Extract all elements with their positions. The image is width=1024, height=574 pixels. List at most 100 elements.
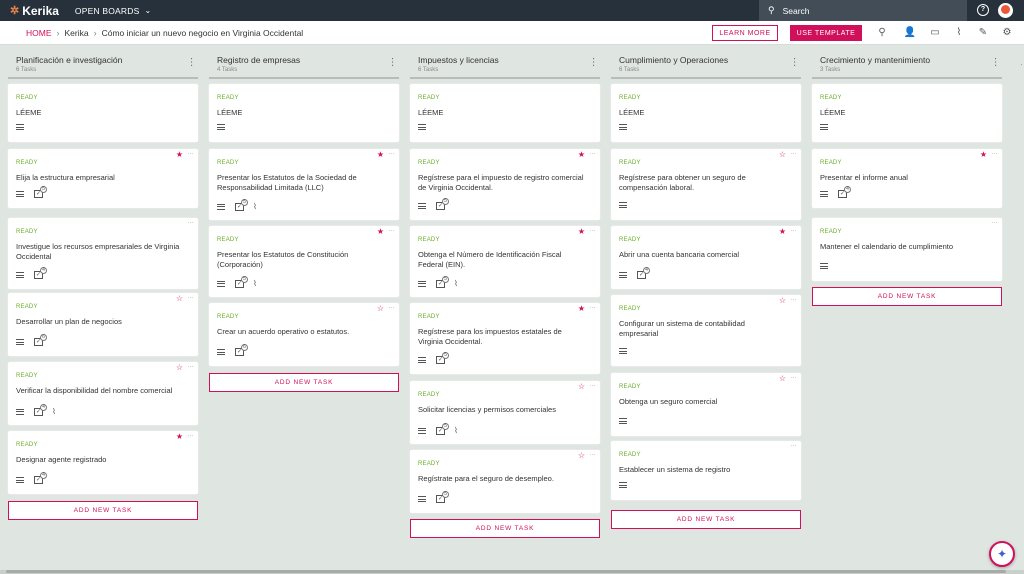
task-card[interactable]: READY Regístrese para el impuesto de regi…: [410, 149, 600, 220]
column-menu-icon[interactable]: ···: [789, 57, 800, 67]
task-card[interactable]: READY Designar agente registrado … ★ ✓ 4: [8, 431, 198, 494]
search-input[interactable]: ⚲ Search: [759, 0, 967, 21]
use-template-button[interactable]: USE TEMPLATE: [790, 25, 862, 41]
task-menu-icon[interactable]: …: [187, 218, 194, 225]
task-card[interactable]: READY Elija la estructura empresarial … ★ ✓ 5: [8, 149, 198, 208]
column-title[interactable]: Crecimiento y mantenimiento: [812, 55, 1002, 65]
add-new-task-button[interactable]: ADD NEW TASK: [8, 501, 198, 520]
task-card[interactable]: READY Obtenga un seguro comercial … ☆: [611, 373, 801, 436]
task-menu-icon[interactable]: …: [991, 149, 998, 156]
task-menu-icon[interactable]: …: [589, 303, 596, 310]
star-filled-icon[interactable]: ★: [578, 305, 585, 313]
column-title[interactable]: Impuestos y licencias: [410, 55, 600, 65]
star-filled-icon[interactable]: ★: [377, 151, 384, 159]
highlight-icon[interactable]: ✎: [976, 26, 990, 40]
star-outline-icon[interactable]: ☆: [176, 295, 183, 303]
task-card[interactable]: READY Establecer un sistema de registro…: [611, 441, 801, 500]
task-card[interactable]: READY Regístrate para el seguro de desemp…: [410, 450, 600, 513]
task-card[interactable]: READY Abrir una cuenta bancaria comercial…: [611, 226, 801, 289]
task-menu-icon[interactable]: …: [790, 441, 797, 448]
task-menu-icon[interactable]: …: [589, 149, 596, 156]
task-menu-icon[interactable]: …: [388, 149, 395, 156]
task-menu-icon[interactable]: …: [388, 303, 395, 310]
star-filled-icon[interactable]: ★: [176, 151, 183, 159]
task-card[interactable]: READY Presentar el informe anual … ★ ✓ 4: [812, 149, 1002, 208]
task-card[interactable]: READY Mantener el calendario de cumplimie…: [812, 218, 1002, 281]
task-menu-icon[interactable]: …: [187, 149, 194, 156]
task-menu-icon[interactable]: …: [790, 149, 797, 156]
task-card[interactable]: READY Configurar un sistema de contabilid…: [611, 295, 801, 366]
task-card[interactable]: READY Verificar la disponibilidad del nom…: [8, 362, 198, 425]
star-filled-icon[interactable]: ★: [779, 228, 786, 236]
task-card[interactable]: READY LÉEME: [209, 84, 399, 142]
task-card[interactable]: READY Solicitar licencias y permisos come…: [410, 381, 600, 444]
task-card[interactable]: READY Desarrollar un plan de negocios … ☆ ✓ 6: [8, 293, 198, 356]
task-card[interactable]: READY Presentar los Estatutos de Constitu…: [209, 226, 399, 297]
settings-gear-icon[interactable]: ⚙: [1000, 26, 1014, 40]
column-title[interactable]: Registro de empresas: [209, 55, 399, 65]
open-boards-menu[interactable]: OPEN BOARDS ⌄: [75, 6, 151, 16]
star-outline-icon[interactable]: ☆: [176, 364, 183, 372]
search-board-icon[interactable]: ⚲: [875, 26, 889, 40]
column-title[interactable]: Cumplimiento y Operaciones: [611, 55, 801, 65]
task-card[interactable]: READY LÉEME: [8, 84, 198, 142]
task-card[interactable]: READY LÉEME: [611, 84, 801, 142]
add-new-task-button[interactable]: ADD NEW TASK: [812, 287, 1002, 306]
column-menu-icon[interactable]: ···: [387, 57, 398, 67]
star-filled-icon[interactable]: ★: [980, 151, 987, 159]
star-outline-icon[interactable]: ☆: [779, 297, 786, 305]
breadcrumb-account[interactable]: Kerika: [65, 28, 89, 38]
description-icon: [217, 349, 225, 355]
column-title[interactable]: Planificación e investigación: [8, 55, 198, 65]
task-card[interactable]: READY Investigue los recursos empresarial…: [8, 218, 198, 289]
kerika-logo[interactable]: ✲ Kerika: [10, 4, 59, 18]
scrollbar-thumb[interactable]: [6, 570, 1006, 573]
star-filled-icon[interactable]: ★: [176, 433, 183, 441]
task-menu-icon[interactable]: …: [790, 373, 797, 380]
checklist-count: 5: [442, 198, 449, 205]
star-outline-icon[interactable]: ☆: [779, 375, 786, 383]
task-card[interactable]: READY LÉEME: [410, 84, 600, 142]
task-card[interactable]: READY Presentar los Estatutos de la Socie…: [209, 149, 399, 220]
star-filled-icon[interactable]: ★: [578, 151, 585, 159]
learn-more-button[interactable]: LEARN MORE: [712, 25, 778, 41]
add-new-task-button[interactable]: ADD NEW TASK: [209, 373, 399, 392]
column-menu-icon[interactable]: ···: [990, 57, 1001, 67]
task-menu-icon[interactable]: …: [388, 226, 395, 233]
breadcrumb-home[interactable]: HOME: [26, 28, 52, 38]
next-column-peek: ·: [1020, 60, 1023, 69]
add-person-icon[interactable]: 👤: [903, 26, 917, 40]
star-outline-icon[interactable]: ☆: [377, 305, 384, 313]
star-outline-icon[interactable]: ☆: [779, 151, 786, 159]
star-filled-icon[interactable]: ★: [578, 228, 585, 236]
task-menu-icon[interactable]: …: [790, 295, 797, 302]
task-menu-icon[interactable]: …: [589, 450, 596, 457]
task-menu-icon[interactable]: …: [589, 226, 596, 233]
task-card[interactable]: READY LÉEME: [812, 84, 1002, 142]
add-new-task-button[interactable]: ADD NEW TASK: [410, 519, 600, 538]
board-header: HOME › Kerika › Cómo iniciar un nuevo ne…: [0, 21, 1024, 45]
task-menu-icon[interactable]: …: [991, 218, 998, 225]
task-menu-icon[interactable]: …: [589, 381, 596, 388]
column-menu-icon[interactable]: ···: [588, 57, 599, 67]
task-card[interactable]: READY Crear un acuerdo operativo o estatu…: [209, 303, 399, 366]
star-filled-icon[interactable]: ★: [377, 228, 384, 236]
assistant-sparkle-icon[interactable]: ✦: [989, 541, 1015, 567]
avatar[interactable]: [998, 3, 1013, 18]
attachment-icon[interactable]: ⌇: [952, 26, 966, 40]
add-new-task-button[interactable]: ADD NEW TASK: [611, 510, 801, 529]
chat-icon[interactable]: ▭: [928, 26, 942, 40]
star-outline-icon[interactable]: ☆: [578, 383, 585, 391]
task-menu-icon[interactable]: …: [187, 293, 194, 300]
horizontal-scrollbar[interactable]: [0, 570, 1024, 574]
task-card[interactable]: READY Regístrese para obtener un seguro d…: [611, 149, 801, 220]
star-outline-icon[interactable]: ☆: [578, 452, 585, 460]
help-icon[interactable]: ?: [977, 4, 989, 16]
task-card[interactable]: READY Regístrese para los impuestos estat…: [410, 303, 600, 374]
column-menu-icon[interactable]: ···: [186, 57, 197, 67]
task-menu-icon[interactable]: …: [187, 362, 194, 369]
task-title: Verificar la disponibilidad del nombre c…: [16, 386, 173, 395]
task-menu-icon[interactable]: …: [187, 431, 194, 438]
task-menu-icon[interactable]: …: [790, 226, 797, 233]
task-card[interactable]: READY Obtenga el Número de Identificación…: [410, 226, 600, 297]
